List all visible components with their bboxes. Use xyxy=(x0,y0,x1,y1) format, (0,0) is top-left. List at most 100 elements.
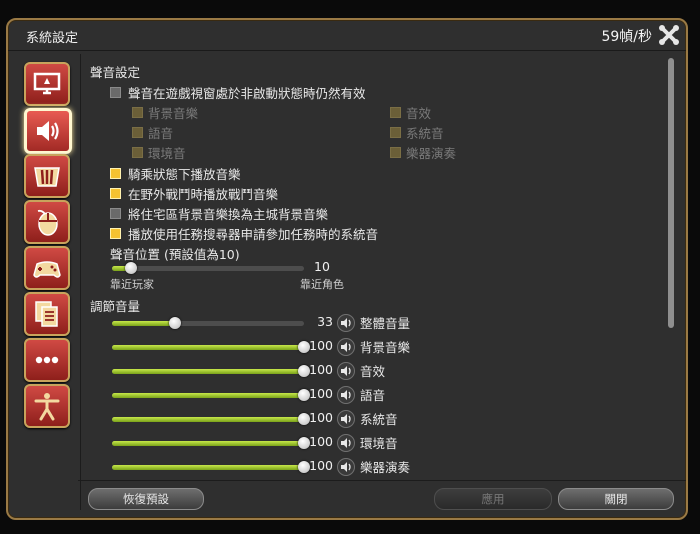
volume-value: 100 xyxy=(309,434,333,449)
section-title-sound: 聲音設定 xyxy=(90,65,141,80)
sub-system-checkbox[interactable] xyxy=(390,127,401,138)
volume-value: 100 xyxy=(309,362,333,377)
sub-se-checkbox[interactable] xyxy=(390,107,401,118)
ellipsis-icon xyxy=(35,356,59,364)
sub-bgm-label: 背景音樂 xyxy=(148,106,199,121)
volume-slider[interactable] xyxy=(112,413,310,425)
volume-label: 樂器演奏 xyxy=(360,460,411,475)
volume-slider-fill xyxy=(112,441,304,446)
volume-slider[interactable] xyxy=(112,317,304,329)
mute-toggle[interactable] xyxy=(337,314,355,332)
volume-slider-fill xyxy=(112,393,304,398)
sub-system-label: 系統音 xyxy=(406,126,444,141)
sub-bgm-checkbox[interactable] xyxy=(132,107,143,118)
sub-voice-checkbox[interactable] xyxy=(132,127,143,138)
category-sound[interactable] xyxy=(24,108,72,154)
sub-instrument-label: 樂器演奏 xyxy=(406,146,457,161)
housing-bgm-label: 將住宅區背景音樂換為主城背景音樂 xyxy=(128,207,329,222)
volume-label: 環境音 xyxy=(360,436,398,451)
speaker-icon xyxy=(341,414,351,424)
category-other[interactable] xyxy=(24,338,70,382)
volume-label: 音效 xyxy=(360,364,386,379)
sound-position-handle[interactable] xyxy=(125,262,138,274)
section-title-volume: 調節音量 xyxy=(90,299,141,314)
duty-finder-sound-checkbox[interactable] xyxy=(110,228,121,239)
sound-position-slider[interactable] xyxy=(112,262,304,274)
mute-toggle[interactable] xyxy=(337,410,355,428)
volume-value: 100 xyxy=(309,386,333,401)
battle-bgm-label: 在野外戰鬥時播放戰鬥音樂 xyxy=(128,187,279,202)
settings-content: 聲音設定 聲音在遊戲視窗處於非啟動狀態時仍然有效 背景音樂 音效 語音 系統音 … xyxy=(88,56,664,476)
inactive-window-checkbox[interactable] xyxy=(110,87,121,98)
scrollbar-thumb[interactable] xyxy=(668,58,674,328)
document-icon xyxy=(35,301,58,327)
speaker-icon xyxy=(341,390,351,400)
volume-slider[interactable] xyxy=(112,389,310,401)
sub-se-label: 音效 xyxy=(406,106,432,121)
mouse-icon xyxy=(37,209,58,236)
palette-icon xyxy=(34,167,60,187)
volume-slider[interactable] xyxy=(112,461,310,473)
sidebar-divider xyxy=(80,54,81,510)
mute-toggle[interactable] xyxy=(337,386,355,404)
category-accessibility[interactable] xyxy=(24,384,70,428)
close-icon[interactable] xyxy=(658,24,680,46)
category-document[interactable] xyxy=(24,292,70,336)
reset-defaults-button[interactable]: 恢復預設 xyxy=(88,488,204,510)
mute-toggle[interactable] xyxy=(337,362,355,380)
category-mouse[interactable] xyxy=(24,200,70,244)
sub-instrument-checkbox[interactable] xyxy=(390,147,401,158)
apply-button[interactable]: 應用 xyxy=(434,488,552,510)
volume-value: 100 xyxy=(309,458,333,473)
category-display-settings[interactable] xyxy=(24,154,70,198)
mount-bgm-checkbox[interactable] xyxy=(110,168,121,179)
sound-position-right-label: 靠近角色 xyxy=(300,278,344,291)
footer: 恢復預設 應用 關閉 xyxy=(78,480,686,517)
volume-slider-fill xyxy=(112,465,304,470)
close-button[interactable]: 關閉 xyxy=(558,488,674,510)
sub-voice-label: 語音 xyxy=(148,126,174,141)
volume-label: 系統音 xyxy=(360,412,398,427)
volume-slider-fill xyxy=(112,321,176,326)
speaker-icon xyxy=(341,462,351,472)
sub-ambient-checkbox[interactable] xyxy=(132,147,143,158)
duty-finder-sound-label: 播放使用任務搜尋器申請參加任務時的系統音 xyxy=(128,227,379,242)
volume-value: 33 xyxy=(317,314,333,329)
volume-value: 100 xyxy=(309,338,333,353)
speaker-icon xyxy=(341,366,351,376)
volume-slider-fill xyxy=(112,369,304,374)
speaker-icon xyxy=(341,438,351,448)
title-bar: 系統設定 59幀/秒 xyxy=(8,20,686,51)
volume-slider-handle[interactable] xyxy=(169,317,182,329)
mute-toggle[interactable] xyxy=(337,434,355,452)
volume-slider[interactable] xyxy=(112,365,310,377)
volume-slider-fill xyxy=(112,345,304,350)
volume-label: 背景音樂 xyxy=(360,340,411,355)
category-gamepad[interactable] xyxy=(24,246,70,290)
mount-bgm-label: 騎乘狀態下播放音樂 xyxy=(128,167,241,182)
figure-icon xyxy=(34,393,60,421)
volume-slider[interactable] xyxy=(112,341,310,353)
sub-ambient-label: 環境音 xyxy=(148,146,186,161)
inactive-window-label: 聲音在遊戲視窗處於非啟動狀態時仍然有效 xyxy=(128,86,366,101)
volume-label: 語音 xyxy=(360,388,386,403)
display-icon xyxy=(33,72,61,95)
sound-position-value: 10 xyxy=(314,259,330,274)
sound-position-label: 聲音位置 (預設值為10) xyxy=(110,247,240,262)
gamepad-icon xyxy=(33,261,61,278)
housing-bgm-checkbox[interactable] xyxy=(110,208,121,219)
volume-slider-fill xyxy=(112,417,304,422)
volume-value: 100 xyxy=(309,410,333,425)
speaker-icon xyxy=(341,342,351,352)
fps-counter: 59幀/秒 xyxy=(601,29,652,45)
mute-toggle[interactable] xyxy=(337,338,355,356)
scrollbar[interactable] xyxy=(668,58,674,478)
category-display[interactable] xyxy=(24,62,70,106)
system-settings-window: 系統設定 59幀/秒 聲音設定 聲音在遊戲視窗處於非啟動狀態時仍然有效 背景音樂… xyxy=(6,18,688,520)
speaker-icon xyxy=(341,318,351,328)
mute-toggle[interactable] xyxy=(337,458,355,476)
volume-slider[interactable] xyxy=(112,437,310,449)
window-title: 系統設定 xyxy=(26,31,79,46)
battle-bgm-checkbox[interactable] xyxy=(110,188,121,199)
sound-position-left-label: 靠近玩家 xyxy=(110,278,154,291)
